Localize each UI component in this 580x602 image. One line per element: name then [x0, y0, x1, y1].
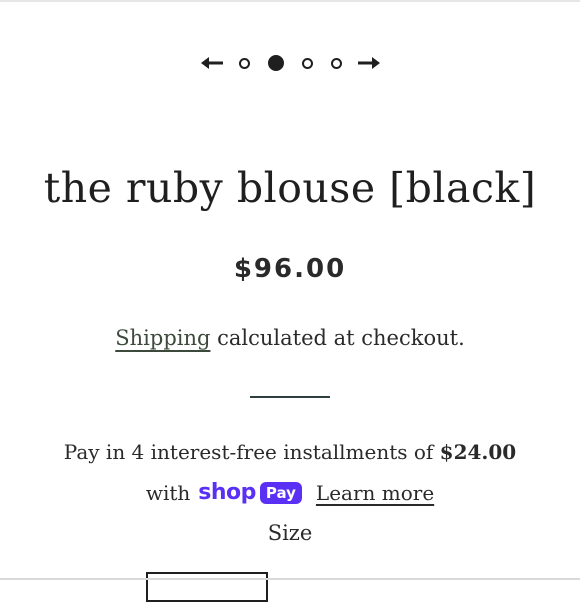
installment-amount: $24.00: [439, 440, 517, 464]
with-label: with: [145, 481, 191, 505]
shipping-note: Shipping calculated at checkout.: [0, 323, 580, 353]
size-label: Size: [267, 521, 313, 545]
shop-pay-wordmark: shop: [198, 480, 256, 505]
next-image-button[interactable]: [354, 48, 384, 78]
slider-dot-2-active[interactable]: [267, 55, 284, 71]
image-slider-nav: [0, 48, 580, 78]
installments-text: Pay in 4 interest-free installments of $…: [0, 437, 580, 467]
learn-more-link[interactable]: Learn more: [316, 477, 434, 509]
shipping-link[interactable]: Shipping: [115, 326, 210, 350]
product-price: $96.00: [233, 254, 347, 284]
slider-dot-3[interactable]: [301, 57, 313, 69]
installments-label: Pay in 4 interest-free installments of: [63, 440, 440, 464]
arrow-right-icon: [357, 57, 380, 69]
arrow-left-icon: [200, 57, 223, 69]
slider-dots: [238, 55, 342, 71]
slider-dot-4[interactable]: [330, 57, 342, 69]
shop-pay-badge: Pay: [259, 482, 302, 504]
slider-dot-1[interactable]: [238, 57, 250, 69]
previous-image-button[interactable]: [197, 48, 227, 78]
shop-pay-row: with shop Pay Learn more: [0, 477, 580, 509]
shipping-note-text: calculated at checkout.: [210, 326, 465, 350]
size-selector[interactable]: [146, 572, 268, 602]
section-divider: [250, 396, 330, 398]
shop-pay-logo: shop Pay: [198, 477, 302, 509]
top-divider: [0, 0, 580, 2]
product-title: the ruby blouse [black]: [43, 164, 537, 212]
